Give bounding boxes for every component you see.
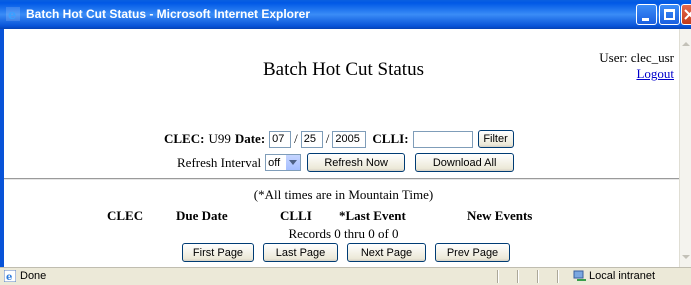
status-separator (517, 270, 519, 283)
refresh-now-button[interactable]: Refresh Now (307, 153, 406, 172)
close-button[interactable] (681, 4, 691, 25)
vertical-scrollbar[interactable] (679, 29, 691, 267)
window-titlebar[interactable]: e Batch Hot Cut Status - Microsoft Inter… (0, 0, 691, 29)
divider (4, 178, 679, 180)
prev-page-button[interactable]: Prev Page (435, 243, 510, 262)
column-header-due-date: Due Date (176, 208, 228, 223)
records-count: Records 0 thru 0 of 0 (288, 226, 399, 241)
status-separator (557, 270, 559, 283)
ie-icon: e (6, 7, 20, 21)
year-input[interactable]: 2005 (332, 130, 367, 148)
status-separator (537, 270, 539, 283)
security-zone: Local intranet (589, 270, 656, 282)
date-label: Date: (234, 131, 266, 146)
filter-row: CLEC: U99 Date: 07 / 25 / 2005 CLLI: Fil… (164, 130, 514, 148)
refresh-interval-select[interactable]: off (265, 154, 302, 171)
close-icon (684, 9, 691, 20)
column-header-clli: CLLI (280, 208, 312, 223)
month-input[interactable]: 07 (269, 130, 292, 148)
clec-label: CLEC: (164, 131, 205, 146)
svg-text:e: e (6, 272, 12, 282)
local-intranet-icon (573, 270, 586, 281)
svg-text:e: e (8, 8, 16, 21)
clli-label: CLLI: (372, 131, 409, 146)
day-input[interactable]: 25 (300, 130, 323, 148)
window-title: Batch Hot Cut Status - Microsoft Interne… (26, 7, 311, 21)
column-header-last-event: *Last Event (339, 208, 406, 223)
page-title: Batch Hot Cut Status (263, 59, 424, 80)
status-bar: e Done Local intranet (0, 267, 691, 285)
status-text: Done (20, 270, 47, 282)
refresh-interval-label: Refresh Interval (177, 154, 262, 170)
column-header-clec: CLEC (107, 208, 144, 223)
filter-button[interactable]: Filter (477, 130, 514, 148)
refresh-row: Refresh Interval off Refresh Now Downloa… (177, 153, 515, 172)
last-page-button[interactable]: Last Page (263, 243, 338, 262)
clli-input[interactable] (412, 130, 473, 148)
user-label: User: clec_usr (599, 50, 674, 65)
date-separator: / (325, 131, 330, 146)
first-page-button[interactable]: First Page (182, 243, 254, 262)
next-page-button[interactable]: Next Page (347, 243, 426, 262)
date-separator: / (294, 131, 298, 146)
timezone-note: (*All times are in Mountain Time) (253, 187, 434, 202)
scroll-down-icon[interactable] (682, 255, 690, 259)
download-all-button[interactable]: Download All (415, 153, 515, 172)
clec-value: U99 (208, 131, 231, 146)
logout-link[interactable]: Logout (636, 66, 674, 82)
refresh-interval-value: off (268, 156, 281, 169)
scroll-up-icon[interactable] (682, 42, 690, 46)
status-separator (497, 270, 499, 283)
chevron-down-icon[interactable] (285, 155, 301, 170)
page-done-icon: e (4, 270, 16, 282)
minimize-button[interactable] (636, 4, 657, 25)
column-header-new-events: New Events (467, 208, 533, 223)
page-content: Batch Hot Cut Status User: clec_usr Logo… (0, 29, 679, 267)
maximize-button[interactable] (659, 4, 680, 25)
